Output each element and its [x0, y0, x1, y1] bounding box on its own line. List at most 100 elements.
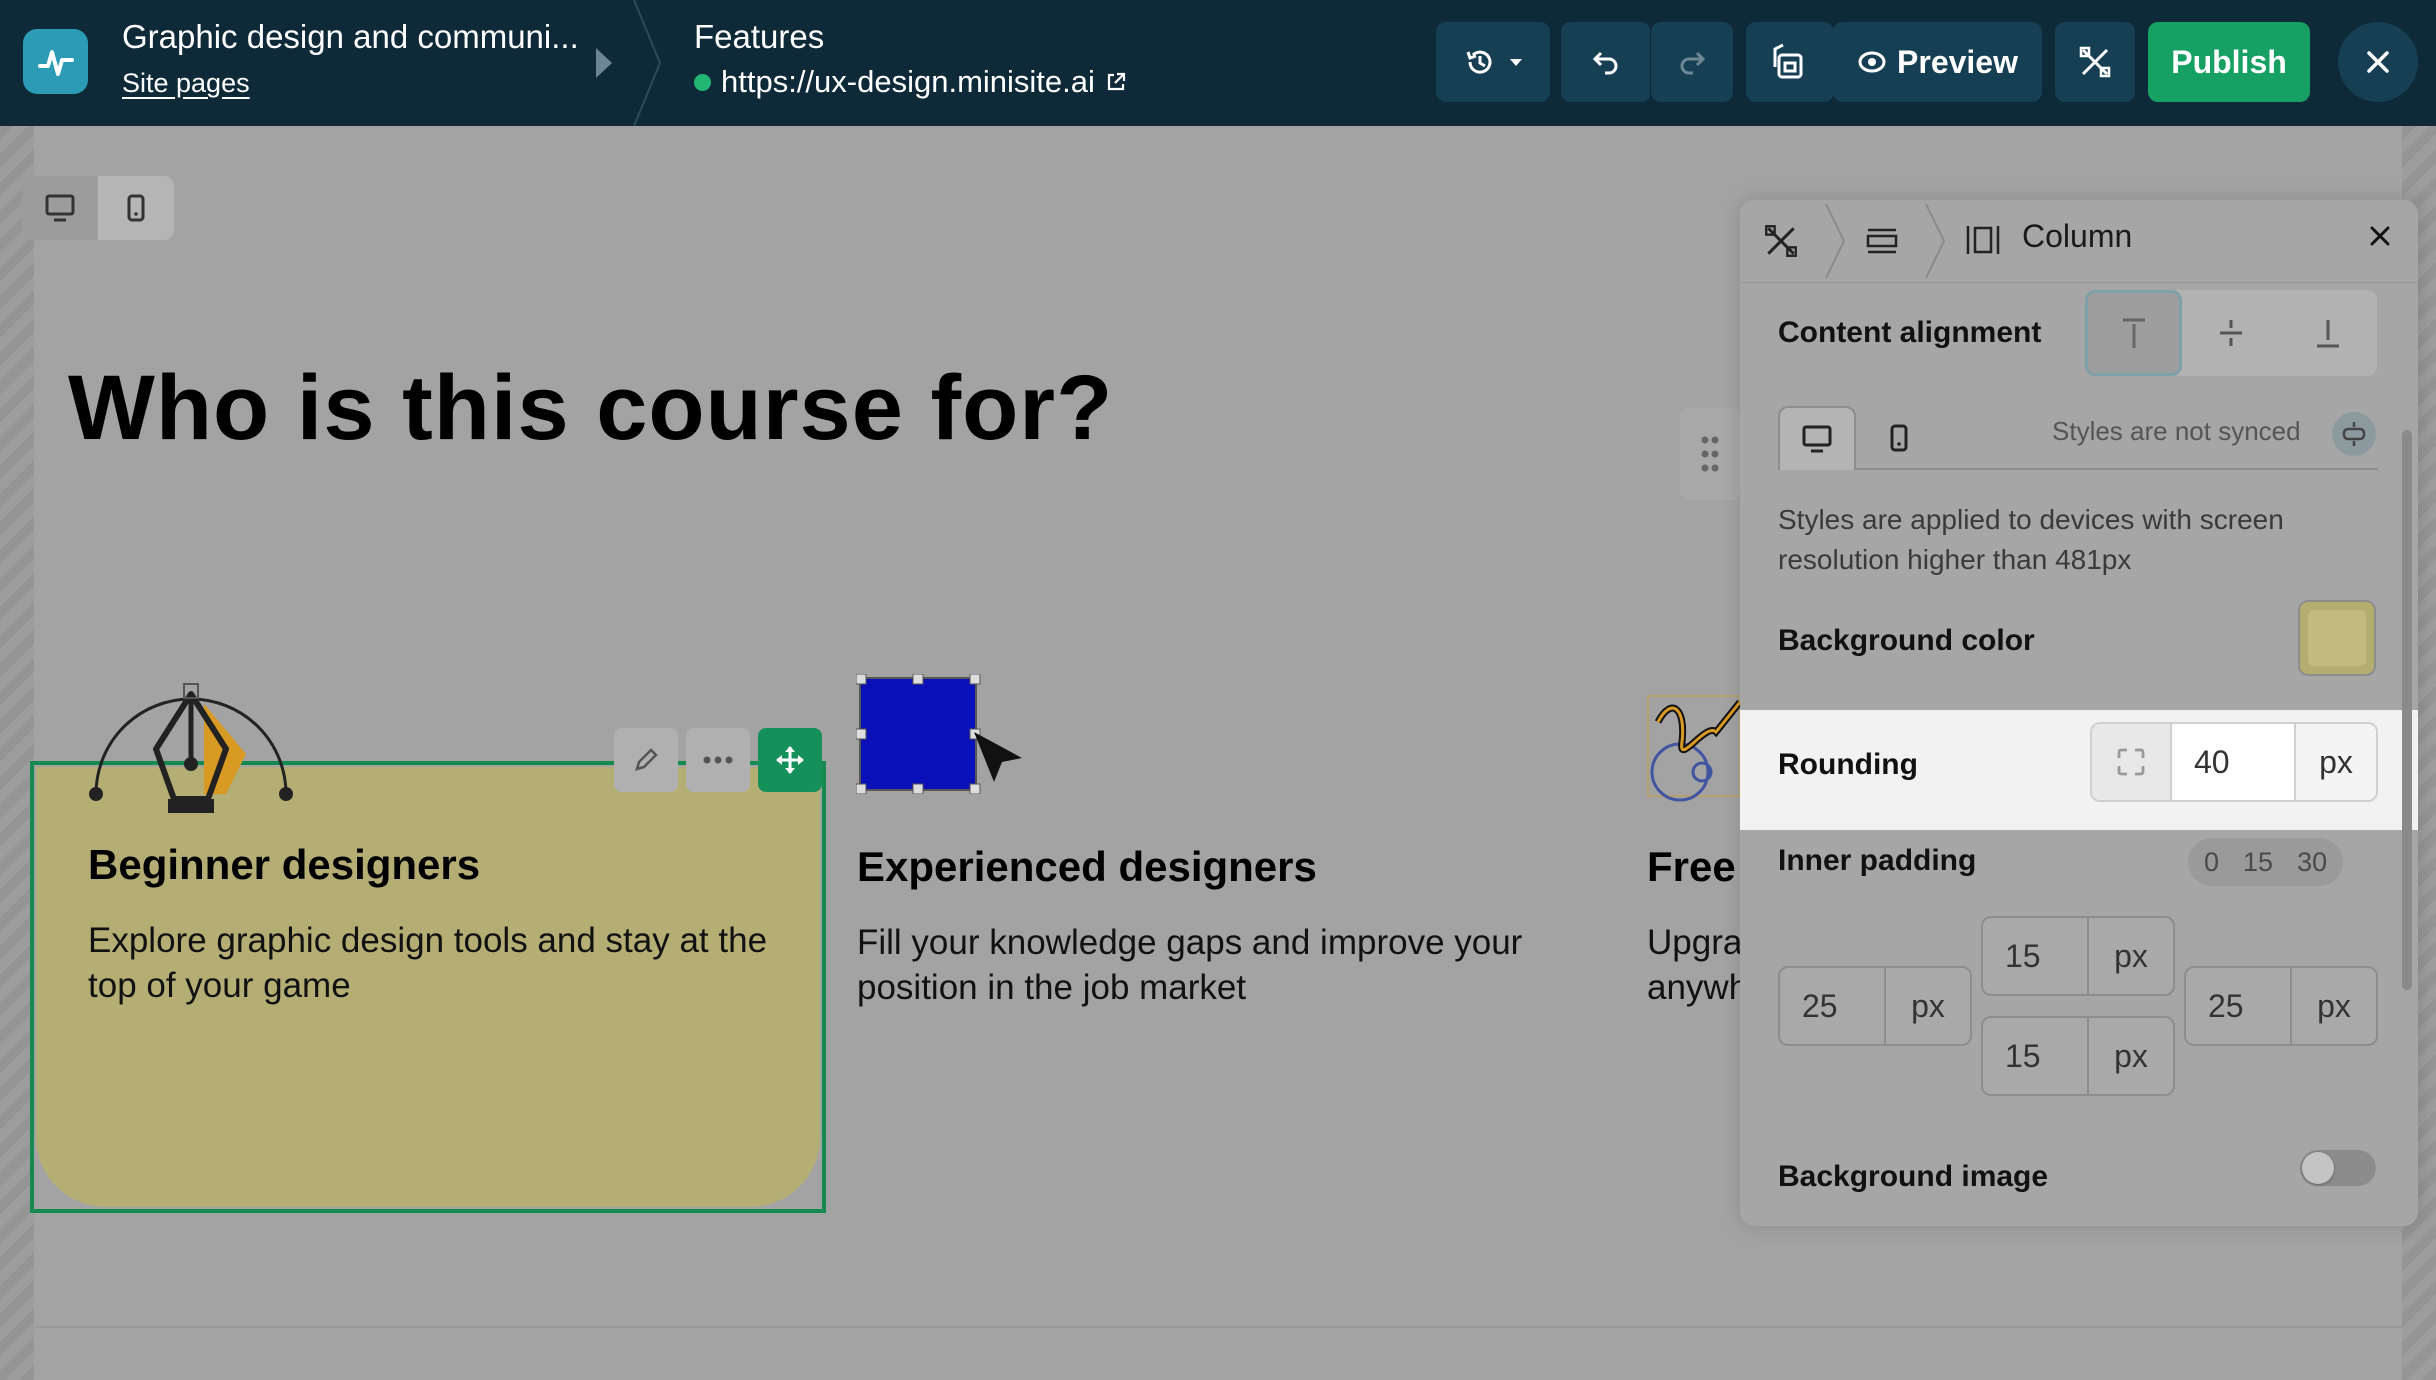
color-preview — [2308, 610, 2366, 666]
site-pages-link[interactable]: Site pages — [122, 68, 250, 99]
sync-styles-button[interactable] — [2332, 412, 2376, 456]
padding-left-field: 25 px — [1778, 966, 1972, 1046]
background-image-label: Background image — [1778, 1160, 2049, 1193]
theme-button[interactable] — [1746, 22, 1834, 102]
mobile-view-button[interactable] — [98, 176, 174, 240]
editor-topbar: Graphic design and communi... Site pages… — [0, 0, 2436, 126]
caret-right-icon[interactable] — [596, 48, 612, 78]
unlink-icon — [2342, 422, 2366, 446]
desktop-icon — [45, 194, 75, 222]
content-alignment-control — [2085, 290, 2377, 376]
redo-button[interactable] — [1651, 22, 1733, 102]
online-status-dot — [694, 73, 711, 91]
card-text[interactable]: Fill your knowledge gaps and improve you… — [857, 920, 1577, 1010]
align-top-button[interactable] — [2085, 290, 2182, 376]
move-icon — [776, 746, 804, 774]
card-title[interactable]: Beginner designers — [88, 841, 480, 889]
panel-divider — [1740, 282, 2418, 283]
card-text[interactable]: Explore graphic design tools and stay at… — [88, 918, 788, 1008]
padding-top-unit[interactable]: px — [2089, 918, 2173, 994]
desktop-icon — [1802, 425, 1832, 453]
preview-label: Preview — [1897, 43, 2018, 80]
card-text[interactable]: Upgra — [1647, 920, 1742, 965]
mobile-styles-tab[interactable] — [1860, 406, 1938, 470]
align-top-icon — [2122, 318, 2145, 348]
padding-left-input[interactable]: 25 — [1780, 968, 1886, 1044]
padding-bottom-unit[interactable]: px — [2089, 1018, 2173, 1094]
rounding-label: Rounding — [1778, 748, 1918, 781]
padding-right-field: 25 px — [2184, 966, 2378, 1046]
padding-right-unit[interactable]: px — [2292, 968, 2376, 1044]
padding-bottom-input[interactable]: 15 — [1983, 1018, 2089, 1094]
background-color-swatch[interactable] — [2298, 600, 2376, 676]
corners-icon — [2117, 748, 2145, 776]
card-title[interactable]: Free — [1647, 843, 1736, 891]
mobile-icon — [127, 194, 145, 222]
inner-padding-label: Inner padding — [1778, 844, 1977, 877]
padding-preset-30[interactable]: 30 — [2285, 838, 2339, 886]
close-panel-button[interactable] — [2368, 218, 2392, 257]
page-url-text: https://ux-design.minisite.ai — [721, 64, 1095, 99]
eye-icon — [1858, 51, 1886, 73]
design-tools-icon — [2079, 46, 2111, 78]
padding-right-input[interactable]: 25 — [2186, 968, 2292, 1044]
close-icon — [2370, 226, 2390, 246]
move-column-button[interactable] — [758, 728, 822, 792]
canvas-margin-left — [0, 126, 34, 1380]
close-editor-button[interactable] — [2338, 22, 2418, 102]
corner-mode-button[interactable] — [2092, 724, 2172, 800]
desktop-styles-tab[interactable] — [1778, 406, 1856, 470]
external-link-icon — [1107, 72, 1126, 91]
history-icon — [1466, 50, 1492, 74]
more-options-button[interactable] — [686, 728, 750, 792]
panel-breadcrumb: Column — [1740, 200, 2418, 282]
align-bottom-button[interactable] — [2279, 290, 2376, 376]
card-text[interactable]: anywh — [1647, 965, 1748, 1010]
background-color-label: Background color — [1778, 624, 2035, 657]
page-url-link[interactable]: https://ux-design.minisite.ai — [694, 64, 1127, 100]
padding-preset-15[interactable]: 15 — [2231, 838, 2285, 886]
panel-scrollbar[interactable] — [2402, 430, 2412, 990]
drag-dots-icon — [1701, 436, 1719, 472]
column-settings-panel: Column Content alignment Styles are not … — [1740, 200, 2418, 1226]
column-icon — [1966, 226, 2000, 254]
paint-bucket-icon — [1773, 43, 1803, 79]
more-icon — [703, 756, 733, 764]
align-bottom-icon — [2316, 320, 2339, 348]
pencil-icon — [635, 748, 658, 771]
section-icon[interactable] — [1864, 224, 1900, 258]
rounding-unit[interactable]: px — [2296, 724, 2376, 800]
desktop-view-button[interactable] — [22, 176, 98, 240]
section-divider — [34, 1326, 2402, 1328]
padding-left-unit[interactable]: px — [1886, 968, 1970, 1044]
undo-button[interactable] — [1561, 22, 1651, 102]
padding-top-input[interactable]: 15 — [1983, 918, 2089, 994]
app-logo[interactable] — [23, 29, 88, 94]
section-heading[interactable]: Who is this course for? — [68, 356, 1113, 461]
padding-preset-0[interactable]: 0 — [2192, 838, 2231, 886]
mobile-icon — [1890, 424, 1908, 452]
rounding-row: Rounding 40 px — [1740, 710, 2418, 830]
background-image-toggle[interactable] — [2300, 1150, 2376, 1186]
close-icon — [2367, 51, 2389, 73]
edit-column-button[interactable] — [614, 728, 678, 792]
panel-title: Column — [2022, 218, 2133, 254]
design-tools-icon[interactable] — [1762, 222, 1800, 260]
breadcrumb-separator — [633, 0, 662, 126]
undo-icon — [1592, 51, 1618, 75]
design-tools-button[interactable] — [2055, 22, 2135, 102]
publish-button[interactable]: Publish — [2148, 22, 2310, 102]
column-toolbar — [614, 728, 822, 792]
align-middle-button[interactable] — [2182, 290, 2279, 376]
site-title[interactable]: Graphic design and communi... — [122, 18, 579, 56]
page-name[interactable]: Features — [694, 18, 824, 56]
chevron-down-icon — [1510, 59, 1522, 66]
content-alignment-label: Content alignment — [1778, 316, 2042, 349]
card-title[interactable]: Experienced designers — [857, 843, 1317, 891]
rounding-input[interactable]: 40 — [2172, 724, 2296, 800]
drag-handle[interactable] — [1680, 408, 1740, 500]
preview-button[interactable]: Preview — [1833, 22, 2042, 102]
padding-bottom-field: 15 px — [1981, 1016, 2175, 1096]
padding-top-field: 15 px — [1981, 916, 2175, 996]
history-button[interactable] — [1436, 22, 1550, 102]
